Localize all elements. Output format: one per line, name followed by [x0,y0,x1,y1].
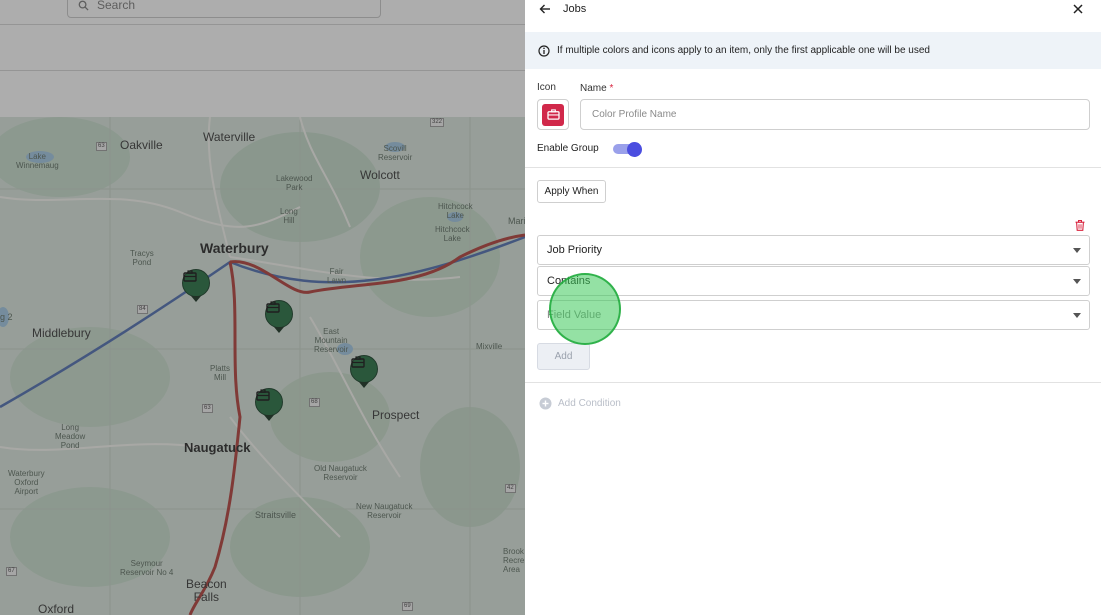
enable-group-label: Enable Group [537,143,599,154]
condition-value-placeholder: Field Value [547,309,602,321]
chevron-down-icon [1073,248,1081,253]
condition-field-select[interactable]: Job Priority [537,235,1090,265]
condition-field-value: Job Priority [547,244,603,256]
info-icon [538,44,550,57]
plus-circle-icon [539,397,552,410]
condition-value-select[interactable]: Field Value [537,300,1090,330]
name-label: Name * [580,83,613,94]
panel-title: Jobs [563,3,587,15]
add-condition-button[interactable]: Add Condition [539,397,621,410]
icon-picker-button[interactable] [537,99,569,130]
color-profile-panel: Jobs If multiple colors and icons apply … [525,0,1101,615]
briefcase-icon [546,109,560,120]
section-divider [525,382,1101,383]
required-mark: * [609,83,614,94]
toggle-knob [627,142,642,157]
apply-when-button[interactable]: Apply When [537,180,606,203]
info-banner: If multiple colors and icons apply to an… [525,32,1101,69]
profile-icon-swatch [542,103,564,126]
chevron-down-icon [1073,313,1081,318]
icon-label: Icon [537,82,556,93]
close-icon [1073,4,1083,14]
panel-header: Jobs [525,0,1101,32]
condition-operator-select[interactable]: Contains [537,266,1090,296]
add-condition-label: Add Condition [558,398,621,409]
name-label-text: Name [580,83,607,94]
section-divider [525,167,1101,168]
color-profile-name-input[interactable] [580,99,1090,130]
arrow-left-icon [539,4,550,14]
trash-icon [1075,219,1085,231]
enable-group-toggle[interactable] [613,142,643,157]
chevron-down-icon [1073,279,1081,284]
back-button[interactable] [537,1,553,17]
delete-condition-button[interactable] [1073,218,1087,232]
info-text: If multiple colors and icons apply to an… [557,45,930,56]
close-button[interactable] [1070,1,1086,17]
add-button[interactable]: Add [537,343,590,370]
condition-operator-value: Contains [547,275,591,287]
